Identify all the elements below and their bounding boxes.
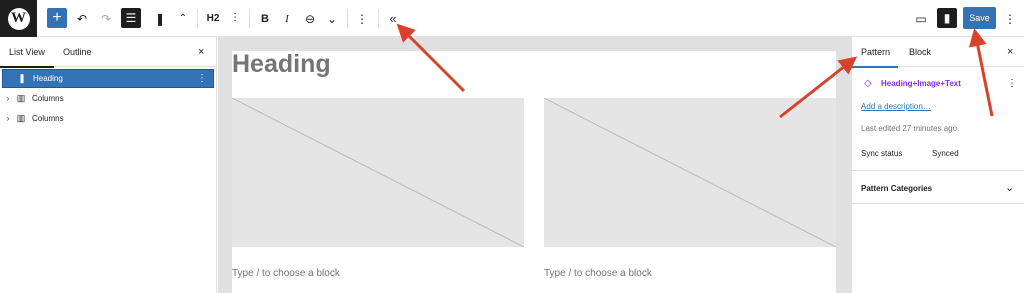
pattern-categories-toggle[interactable]: Pattern Categories bbox=[861, 184, 932, 193]
image-placeholder-left[interactable] bbox=[232, 98, 524, 247]
document-overview-icon[interactable]: ☰ bbox=[121, 8, 141, 28]
block-options-icon[interactable]: ⋮ bbox=[356, 8, 368, 29]
add-description-link[interactable]: Add a description… bbox=[861, 102, 931, 111]
sync-status-value: Synced bbox=[932, 149, 959, 158]
align-icon[interactable]: ⫶ bbox=[228, 8, 242, 29]
wordpress-logo-icon: W bbox=[7, 7, 30, 30]
last-edited-text: Last edited 27 minutes ago. bbox=[861, 124, 960, 133]
chevron-right-icon[interactable]: › bbox=[2, 114, 14, 123]
toolbar-divider bbox=[197, 9, 198, 28]
close-icon[interactable]: × bbox=[198, 46, 204, 58]
pattern-name: Heading+Image+Text bbox=[881, 79, 961, 88]
heading-level-button[interactable]: H2 bbox=[204, 8, 222, 29]
tab-pattern[interactable]: Pattern bbox=[851, 47, 899, 68]
tab-list-view[interactable]: List View bbox=[0, 47, 54, 68]
paragraph-placeholder-right[interactable]: Type / to choose a block bbox=[544, 268, 652, 279]
placeholder-diagonal bbox=[232, 98, 524, 247]
save-button[interactable]: Save bbox=[963, 7, 996, 29]
panel-divider bbox=[852, 203, 1024, 204]
more-rich-text-icon[interactable]: ⌄ bbox=[326, 8, 338, 29]
right-panel-tabs: Pattern Block × bbox=[851, 37, 1024, 68]
heading-block[interactable]: Heading bbox=[232, 50, 331, 79]
list-item-label: Columns bbox=[32, 114, 64, 123]
columns-icon: ▥ bbox=[16, 93, 26, 103]
item-options-icon[interactable]: ⋮ bbox=[197, 73, 207, 84]
wordpress-logo-button[interactable]: W bbox=[0, 0, 37, 37]
toolbar-divider bbox=[378, 9, 379, 28]
redo-icon[interactable]: ↷ bbox=[98, 8, 114, 29]
bookmark-icon: ❚ bbox=[18, 73, 26, 83]
list-item-label: Heading bbox=[33, 74, 63, 83]
add-block-button[interactable]: + bbox=[47, 8, 67, 28]
sync-status-label: Sync status bbox=[861, 149, 903, 158]
chevron-down-icon[interactable]: ⌄ bbox=[1005, 181, 1014, 194]
list-item-heading[interactable]: ❚ Heading ⋮ bbox=[2, 69, 214, 88]
close-icon[interactable]: × bbox=[1007, 46, 1013, 58]
left-panel-tabs: List View Outline × bbox=[0, 37, 216, 68]
list-item-columns[interactable]: › ▥ Columns bbox=[2, 109, 214, 128]
paragraph-placeholder-left[interactable]: Type / to choose a block bbox=[232, 268, 340, 279]
image-placeholder-right[interactable] bbox=[544, 98, 836, 247]
list-item-label: Columns bbox=[32, 94, 64, 103]
panel-divider bbox=[852, 170, 1024, 171]
undo-icon[interactable]: ↶ bbox=[74, 8, 90, 29]
options-menu-icon[interactable]: ⋮ bbox=[1004, 8, 1016, 29]
toolbar-divider bbox=[249, 9, 250, 28]
columns-icon: ▥ bbox=[16, 113, 26, 123]
tab-block[interactable]: Block bbox=[909, 47, 931, 57]
bookmark-icon[interactable]: ❚ bbox=[153, 8, 167, 29]
link-icon[interactable]: ⊖ bbox=[302, 8, 318, 29]
pattern-icon: ◇ bbox=[864, 78, 872, 89]
list-item-columns[interactable]: › ▥ Columns bbox=[2, 89, 214, 108]
bold-button[interactable]: B bbox=[258, 8, 272, 29]
placeholder-diagonal bbox=[544, 98, 836, 247]
pattern-options-icon[interactable]: ⋮ bbox=[1007, 78, 1017, 89]
list-view-panel: List View Outline × ❚ Heading ⋮ › ▥ Colu… bbox=[0, 37, 217, 293]
chevron-right-icon[interactable]: › bbox=[2, 94, 14, 103]
preview-icon[interactable]: ▭ bbox=[913, 8, 929, 29]
move-up-down-icon[interactable]: ⌃ bbox=[176, 8, 190, 29]
toolbar-divider bbox=[347, 9, 348, 28]
tab-outline[interactable]: Outline bbox=[63, 47, 92, 57]
italic-button[interactable]: I bbox=[281, 8, 293, 29]
settings-sidebar-icon[interactable]: ▮ bbox=[937, 8, 957, 28]
top-toolbar: W + ↶ ↷ ☰ ❚ ⌃ H2 ⫶ B I ⊖ ⌄ ⋮ « ▭ ▮ Save … bbox=[0, 0, 1024, 37]
collapse-toolbar-icon[interactable]: « bbox=[386, 8, 400, 29]
settings-panel: Pattern Block × ◇ Heading+Image+Text ⋮ A… bbox=[851, 37, 1024, 293]
